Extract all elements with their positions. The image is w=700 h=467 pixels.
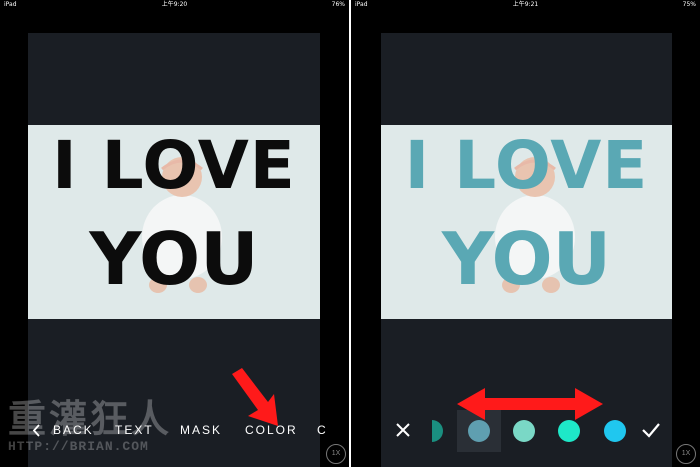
poster-line2: YOU — [89, 217, 259, 301]
poster-line1: I LOVE — [404, 127, 649, 204]
more-button[interactable]: C — [317, 423, 328, 437]
color-swatch-3[interactable] — [513, 420, 535, 442]
close-icon[interactable] — [395, 422, 411, 443]
clock: 上午9:21 — [512, 1, 539, 8]
poster-line2: YOU — [441, 217, 612, 301]
check-icon[interactable] — [641, 422, 661, 443]
baby-photo: I LOVE YOU — [28, 125, 320, 319]
double-arrow-icon — [457, 388, 603, 420]
clock: 上午9:20 — [161, 1, 188, 8]
status-bar: iPad 上午9:21 75% — [351, 0, 700, 10]
left-screen: iPad 上午9:20 76% I LOVE YOU BACK TEXT MAS… — [0, 0, 349, 467]
poster-line1: I LOVE — [52, 127, 296, 204]
color-swatch-4[interactable] — [558, 420, 580, 442]
battery-label: 75% — [682, 1, 696, 8]
watermark-title: 重灌狂人 — [8, 396, 173, 441]
watermark: 重灌狂人 HTTP://BRIAN.COM — [8, 388, 228, 458]
status-bar: iPad 上午9:20 76% — [0, 0, 349, 10]
red-arrow-icon — [232, 368, 278, 426]
color-swatch-2[interactable] — [468, 420, 490, 442]
right-screen: iPad 上午9:21 75% I LOVE YOU 1X — [351, 0, 700, 467]
zoom-button[interactable]: 1X — [326, 444, 346, 464]
baby-photo: I LOVE YOU — [381, 125, 672, 319]
battery-label: 76% — [331, 1, 345, 8]
watermark-url: HTTP://BRIAN.COM — [8, 439, 149, 454]
color-swatch-5[interactable] — [604, 420, 626, 442]
zoom-button[interactable]: 1X — [676, 444, 696, 464]
